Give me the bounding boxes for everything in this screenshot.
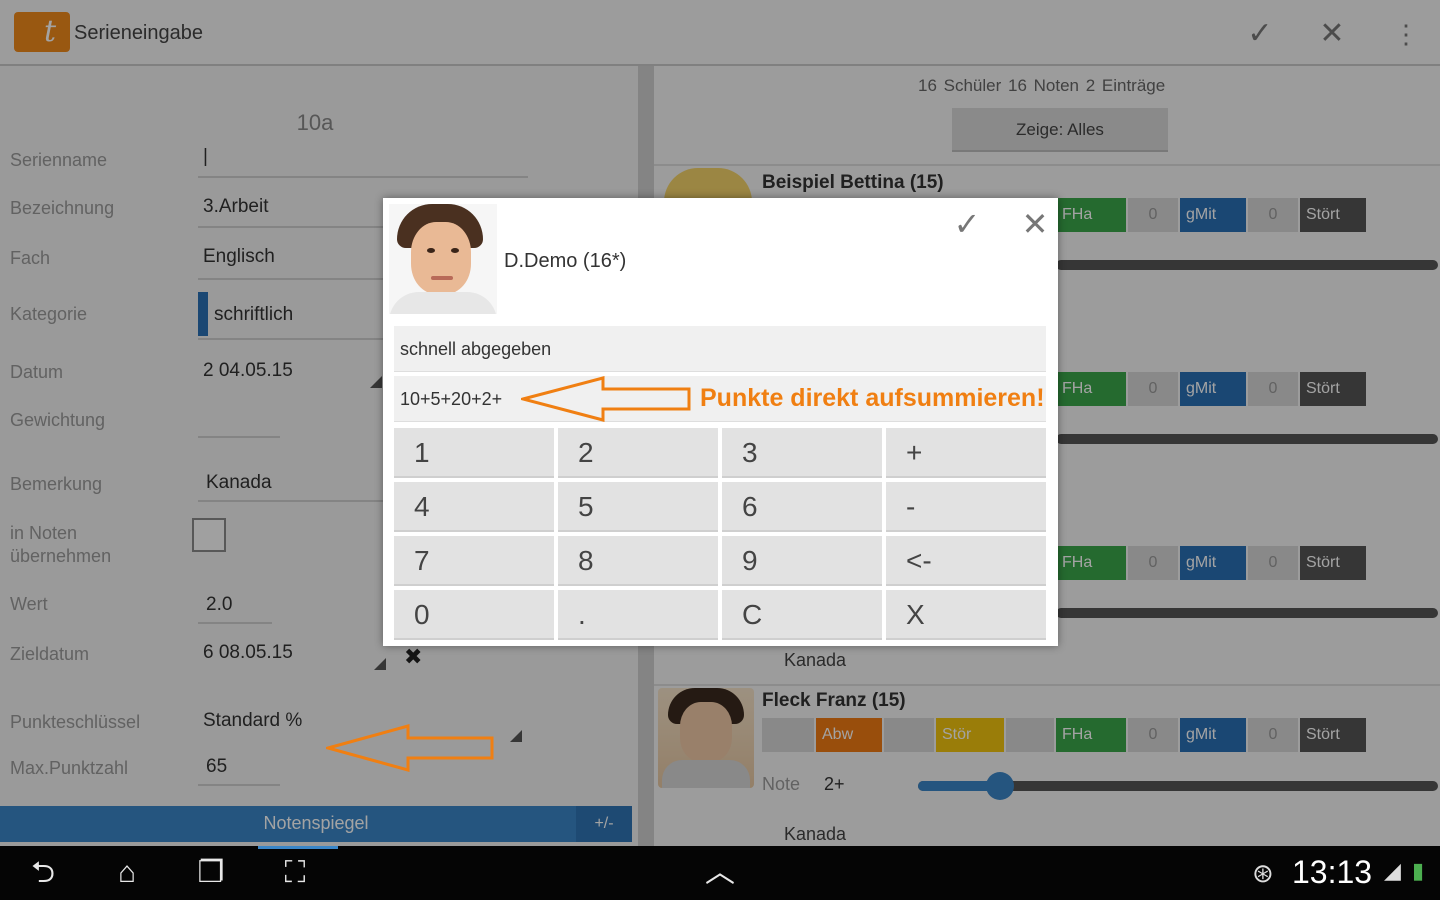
screenshot-icon[interactable]: ⛶ (270, 852, 320, 894)
clock: 13:13 (1292, 854, 1373, 890)
annotation-arrow-icon (521, 376, 691, 422)
dialog-student-name: D.Demo (16*) (504, 250, 627, 272)
back-icon[interactable]: ⮌ (18, 852, 68, 894)
key-4[interactable]: 4 (394, 482, 554, 532)
key-backspace[interactable]: <- (886, 536, 1046, 586)
dialog-close-icon[interactable]: ✕ (1013, 202, 1057, 246)
student-photo (389, 204, 497, 314)
home-icon[interactable]: ⌂ (102, 852, 152, 894)
up-chevron-icon[interactable]: ︿ (695, 852, 745, 894)
key-7[interactable]: 7 (394, 536, 554, 586)
screenshot-indicator (258, 846, 338, 849)
annotation-text: Punkte direkt aufsummieren! (700, 384, 1045, 412)
key-5[interactable]: 5 (558, 482, 718, 532)
annotation-arrow-icon (326, 724, 494, 772)
key-9[interactable]: 9 (722, 536, 882, 586)
key-clear[interactable]: C (722, 590, 882, 640)
numeric-keypad: 1 2 3 + 4 5 6 - 7 8 9 <- 0 . C X (394, 428, 1046, 642)
remark-field[interactable]: schnell abgegeben (394, 326, 1046, 372)
sync-icon: ⊛ (1252, 858, 1274, 888)
key-decimal[interactable]: . (558, 590, 718, 640)
recent-apps-icon[interactable]: ❐ (186, 852, 236, 894)
key-minus[interactable]: - (886, 482, 1046, 532)
key-1[interactable]: 1 (394, 428, 554, 478)
system-navigation-bar: ⮌ ⌂ ❐ ⛶ ︿ ⊛ 13:13 ◢ ▮ (0, 846, 1440, 900)
key-plus[interactable]: + (886, 428, 1046, 478)
battery-icon: ▮ (1412, 858, 1425, 883)
key-3[interactable]: 3 (722, 428, 882, 478)
key-6[interactable]: 6 (722, 482, 882, 532)
points-entry-dialog: D.Demo (16*) ✓ ✕ schnell abgegeben 10+5+… (383, 198, 1058, 646)
confirm-checkmark-icon[interactable]: ✓ (945, 202, 989, 246)
key-8[interactable]: 8 (558, 536, 718, 586)
key-2[interactable]: 2 (558, 428, 718, 478)
key-close[interactable]: X (886, 590, 1046, 640)
signal-icon: ◢ (1384, 858, 1401, 883)
key-0[interactable]: 0 (394, 590, 554, 640)
